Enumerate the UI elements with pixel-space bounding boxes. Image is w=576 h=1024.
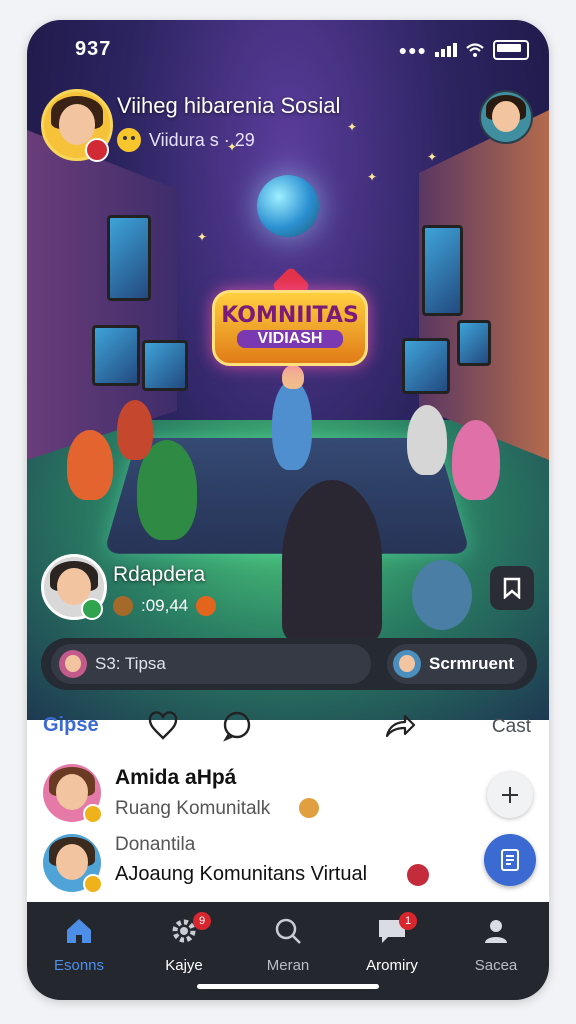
comment-input-text: S3: Tipsa [95,654,166,673]
hero-screen [107,215,151,301]
user-avatar[interactable] [479,90,533,144]
mini-avatar [393,650,421,678]
hero-screen [402,338,450,394]
bookmark-icon [503,577,521,599]
nav-label: Sacea [474,957,518,974]
notification-dot [85,138,109,162]
list-item-subtitle: Ruang Komunitalk [115,798,271,819]
person-figure [282,365,304,389]
sparkle-icon: ✦ [367,170,378,184]
page-subtitle: Viidura s · 29 [117,128,255,152]
home-icon [67,919,91,943]
mini-avatar [59,650,87,678]
list-item-title: Amida aHpá [115,766,237,789]
search-icon [275,918,301,944]
list-item-subtitle: Donantila [115,834,196,855]
emoji-icon [299,798,319,818]
emoji-icon [196,596,217,616]
status-icons: ●●● [399,40,529,60]
signal-icon [435,43,457,57]
share-icon[interactable] [383,710,417,742]
poster-meta-text: :09,44 [141,596,189,615]
comment-button-label: Scrmruent [429,654,515,673]
profile-icon [485,920,507,943]
poster-meta: :09,44 [113,596,217,616]
nav-label: Meran [266,957,310,974]
nav-item-settings[interactable]: 9 Kajye [139,912,229,974]
sparkle-icon: ✦ [427,150,438,164]
dots-icon: ●●● [398,42,427,58]
nav-item-messages[interactable]: 1 Aromiry [347,912,437,974]
bookmark-button[interactable] [490,566,534,610]
phone-frame: ✦ ✦ ✦ ✦ ✦ KOMNIITAS VIDIASH 937 ●●● Viih… [27,20,549,1000]
poster-name: Rdapdera [113,563,206,586]
online-indicator [81,598,103,620]
document-icon [501,849,519,871]
status-dot [83,874,103,894]
person-figure [117,400,153,460]
banner-subtitle: VIDIASH [237,330,343,348]
plus-icon [502,787,518,803]
add-button[interactable] [487,772,533,818]
hero-screen [422,225,463,316]
coin-icon [113,596,133,616]
status-time: 937 [75,38,112,60]
nav-label: Esonns [53,957,105,974]
nav-item-profile[interactable]: Sacea [451,916,541,974]
sparkle-icon: ✦ [347,120,358,134]
person-figure [452,420,500,500]
comment-bar: S3: Tipsa Scrmruent [41,638,537,690]
list-item-title: AJoaung Komunitans Virtual [115,863,368,885]
person-figure [272,380,312,470]
list-item[interactable]: Donantila AJoaung Komunitans Virtual [27,830,549,900]
nav-label: Kajye [165,957,203,974]
hero-wall-left [27,130,177,460]
hero-screen [457,320,491,366]
person-figure [407,405,447,475]
like-icon[interactable] [147,710,179,742]
hero-screen [142,340,188,391]
gipse-link[interactable]: Gipse [43,714,99,737]
home-indicator [197,984,379,989]
teddy-bear [412,560,472,630]
nav-item-search[interactable]: Meran [243,916,333,974]
nav-item-home[interactable]: Esonns [34,916,124,974]
notification-badge: 1 [399,912,417,930]
emoji-icon [407,864,429,886]
sparkle-icon: ✦ [197,230,208,244]
comment-icon[interactable] [221,710,253,742]
community-banner: KOMNIITAS VIDIASH [212,290,368,366]
nav-label: Aromiry [366,957,418,974]
comment-button[interactable]: Scrmruent [387,644,527,684]
battery-icon [493,40,529,60]
page-title: Viiheg hibarenia Sosial [117,93,341,118]
emoji-icon [117,128,141,152]
person-figure [282,480,382,640]
action-row: Gipse Cast [27,702,549,752]
status-dot [83,804,103,824]
wifi-icon [466,43,484,57]
list-item[interactable]: Amida aHpá Ruang Komunitalk [27,760,549,826]
page-subtitle-text: Viidura s · 29 [149,129,255,150]
banner-title: KOMNIITAS [221,303,359,328]
person-figure [67,430,113,500]
hero-screen [92,325,140,386]
compose-button[interactable] [484,834,536,886]
planet-illustration [257,175,319,237]
notification-badge: 9 [193,912,211,930]
comment-input[interactable]: S3: Tipsa [51,644,371,684]
cast-link[interactable]: Cast [492,716,531,738]
